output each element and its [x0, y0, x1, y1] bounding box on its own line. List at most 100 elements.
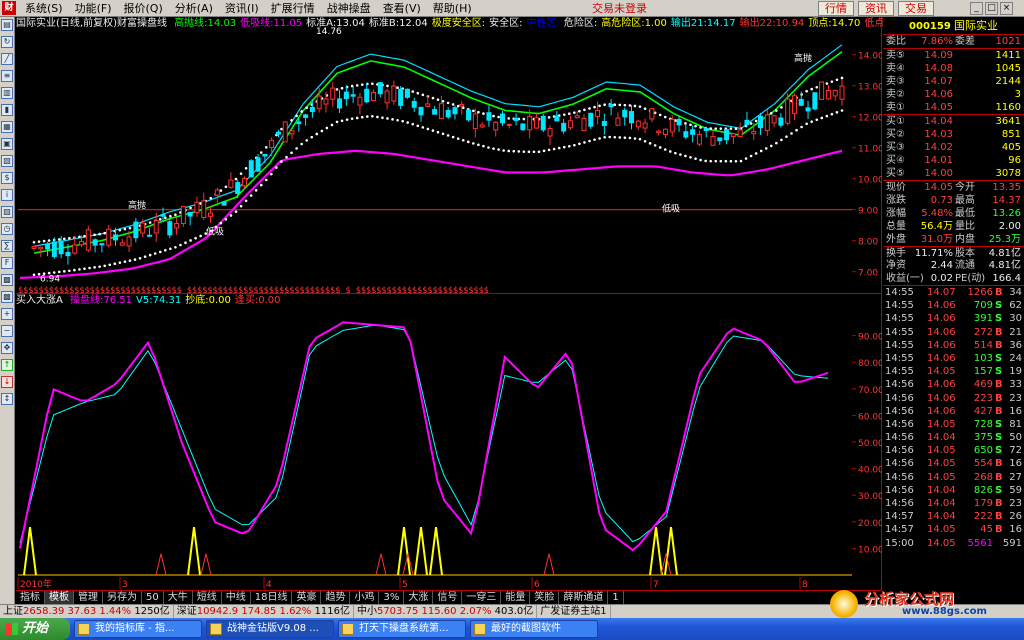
dot-mark	[431, 96, 435, 100]
dot-mark	[47, 239, 51, 242]
minimize-icon[interactable]: _	[970, 2, 983, 15]
trade-tick-row: 14:56 14.05 728 S 81	[883, 418, 1024, 431]
menu-item-4[interactable]: 资讯(I)	[219, 0, 265, 17]
line-icon[interactable]: ╱	[1, 53, 13, 65]
sell-volume: 1411	[995, 50, 1021, 61]
buy-signal-spike	[429, 526, 443, 576]
candle-body	[737, 129, 743, 138]
trade-time: 14:55	[885, 313, 914, 325]
tab-3[interactable]: 另存为	[103, 591, 142, 604]
candle-body	[758, 115, 764, 129]
menu-item-0[interactable]: 系统(S)	[19, 0, 69, 17]
candle-body	[493, 121, 499, 131]
menu-item-1[interactable]: 功能(F)	[69, 0, 118, 17]
task-screenshot[interactable]: 最好的截图软件	[470, 620, 598, 638]
start-button[interactable]: 开始	[0, 618, 70, 640]
chart-area[interactable]: 14.00 13.00 12.00 11.00 10.00 9.00 8.00 7.00 14.…	[16, 17, 910, 590]
tab-14[interactable]: 信号	[433, 591, 463, 604]
dot-mark	[598, 104, 601, 108]
weicha-label: 委差	[955, 36, 975, 47]
table2-icon[interactable]: ▩	[1, 291, 13, 303]
zoom-out-icon[interactable]: −	[1, 325, 13, 337]
minute-icon[interactable]: ◷	[1, 223, 13, 235]
chart2-icon[interactable]: ▨	[1, 206, 13, 218]
tab-11[interactable]: 小鸡	[350, 591, 380, 604]
book-icon[interactable]: ▣	[1, 138, 13, 150]
close-icon[interactable]: ×	[1000, 2, 1013, 15]
dot-mark	[795, 128, 798, 132]
pan-icon[interactable]: ✥	[1, 342, 13, 354]
candle-body	[513, 117, 519, 121]
sub-tick-label: 10.00	[858, 545, 882, 555]
dot-mark	[239, 204, 243, 208]
zx-label: 中小	[356, 606, 377, 617]
menu-item-2[interactable]: 报价(Q)	[118, 0, 169, 17]
tab-1[interactable]: 模板	[45, 591, 74, 604]
candle-body	[391, 85, 397, 102]
menu-item-8[interactable]: 帮助(H)	[427, 0, 478, 17]
menu-item-5[interactable]: 扩展行情	[265, 0, 321, 17]
calc-icon[interactable]: ∑	[1, 240, 13, 252]
menu-item-6[interactable]: 战神操盘	[321, 0, 377, 17]
dot-mark	[512, 149, 516, 153]
tab-10[interactable]: 趋势	[321, 591, 351, 604]
stat-label: 外盘	[886, 234, 906, 245]
tab-15[interactable]: 一穿三	[462, 591, 502, 604]
task-zhanshen[interactable]: 战神金钻版V9.08 ...	[206, 620, 334, 638]
list-icon[interactable]: ≡	[1, 70, 13, 82]
task-indicator-lib[interactable]: 我的指标库 - 指...	[74, 620, 202, 638]
quote-button[interactable]: 行情	[818, 1, 854, 16]
news-icon[interactable]: ▧	[1, 155, 13, 167]
dot-mark	[719, 159, 723, 163]
tab-7[interactable]: 中线	[222, 591, 251, 604]
trade-count: 34	[1009, 287, 1022, 298]
f10-icon[interactable]: F	[1, 257, 13, 269]
chart-icon[interactable]: ▤	[1, 19, 13, 31]
tab-6[interactable]: 短线	[193, 591, 222, 604]
dot-mark	[744, 157, 748, 160]
tab-8[interactable]: 18日线	[251, 591, 293, 604]
buy-level-label: 买③	[886, 142, 905, 153]
dot-mark	[492, 114, 495, 118]
dot-mark	[118, 228, 122, 232]
price-tick-label: 12.00	[858, 114, 882, 124]
money-icon[interactable]: $	[1, 172, 13, 184]
zoom-in-icon[interactable]: +	[1, 308, 13, 320]
grid-icon[interactable]: ▦	[1, 121, 13, 133]
tab-16[interactable]: 能量	[501, 591, 531, 604]
tab-2[interactable]: 管理	[74, 591, 103, 604]
bar-icon[interactable]: ▮	[1, 104, 13, 116]
menu-item-7[interactable]: 查看(V)	[377, 0, 427, 17]
news-button[interactable]: 资讯	[858, 1, 894, 16]
trade-price: 14.06	[927, 339, 956, 351]
tab-5[interactable]: 大牛	[164, 591, 193, 604]
refresh-icon[interactable]: ↻	[1, 36, 13, 48]
login-status[interactable]: 交易未登录	[592, 0, 647, 17]
maximize-icon[interactable]: □	[985, 2, 998, 15]
tab-13[interactable]: 大涨	[404, 591, 434, 604]
task-datianxia[interactable]: 打天下操盘系统第...	[338, 620, 466, 638]
indicator-value: 低吸线:11.05	[240, 18, 303, 29]
info-icon[interactable]: i	[1, 189, 13, 201]
dot-mark	[68, 269, 71, 273]
tab-18[interactable]: 薛斯通道	[559, 591, 609, 604]
table-icon[interactable]: ▩	[1, 274, 13, 286]
dot-mark	[184, 241, 187, 245]
tab-19[interactable]: 1	[608, 591, 624, 604]
tab-0[interactable]: 指标	[16, 591, 45, 604]
tab-17[interactable]: 笑脸	[530, 591, 560, 604]
series-line-低吸线	[19, 149, 843, 279]
down-arrow-icon[interactable]: ↓	[1, 376, 13, 388]
dot-mark	[684, 154, 687, 158]
trade-volume: 728	[973, 418, 993, 430]
report-icon[interactable]: ▥	[1, 87, 13, 99]
trade-price: 14.05	[927, 366, 956, 378]
trade-button[interactable]: 交易	[898, 1, 934, 16]
up-arrow-icon[interactable]: ↑	[1, 359, 13, 371]
tab-9[interactable]: 英豪	[292, 591, 322, 604]
tab-12[interactable]: 3%	[379, 591, 405, 604]
scale-icon[interactable]: ↕	[1, 393, 13, 405]
tab-4[interactable]: 50	[142, 591, 164, 604]
menu-item-3[interactable]: 分析(A)	[169, 0, 219, 17]
trade-side: S	[995, 366, 1003, 378]
